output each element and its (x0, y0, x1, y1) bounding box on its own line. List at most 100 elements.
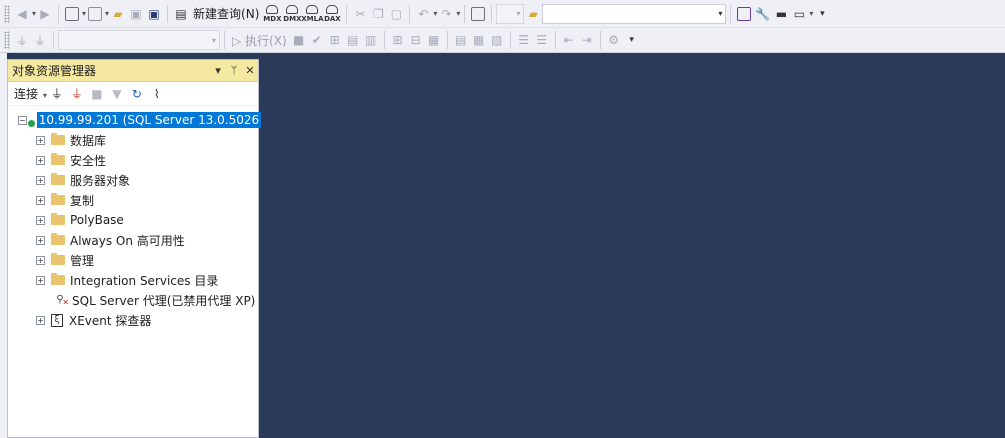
comment-icon[interactable]: ☰ (515, 29, 533, 51)
connect-label: 连接 (14, 87, 39, 101)
expand-icon[interactable]: + (36, 215, 45, 225)
client-stats-icon[interactable]: ▤ (452, 29, 470, 51)
toolbar-overflow-icon[interactable]: ▾ (813, 3, 831, 25)
toolbox-icon[interactable]: ▬ (772, 3, 790, 25)
solution-config-dropdown[interactable]: ▾ (496, 3, 525, 24)
new-query-button[interactable]: 新建查询(N) (190, 5, 262, 22)
wrench-icon[interactable]: 🔧 (753, 3, 772, 25)
live-query-stats-icon[interactable]: ▦ (425, 29, 443, 51)
specify-template-values-icon[interactable]: ⚙ (605, 29, 623, 51)
filter-icon[interactable]: ▼ (107, 87, 127, 101)
tree-node-integration-services[interactable]: + Integration Services 目录 (8, 270, 258, 290)
tree-node-label: 复制 (70, 193, 95, 208)
command-window-icon[interactable]: ▭ (790, 3, 808, 25)
tree-node-always-on[interactable]: + Always On 高可用性 (8, 230, 258, 250)
expand-icon[interactable]: + (36, 275, 45, 285)
properties-window-icon[interactable] (735, 3, 753, 25)
tree-node-replication[interactable]: + 复制 (8, 190, 258, 210)
intellisense-icon[interactable]: ⊞ (389, 29, 407, 51)
connect-button[interactable]: 连接 ▾ (14, 85, 47, 102)
toolbar-overflow-icon[interactable]: ▾ (623, 29, 641, 51)
stop-icon[interactable]: ■ (87, 87, 107, 101)
toolbar-grip[interactable] (4, 4, 10, 23)
undo-icon[interactable]: ↶ (414, 3, 432, 25)
new-query-icon[interactable]: ▤ (172, 3, 190, 25)
folder-icon (51, 273, 65, 285)
tree-node-xevent-profiler[interactable]: + ξ XEvent 探查器 (8, 310, 258, 330)
results-to-file-icon[interactable]: ▧ (488, 29, 506, 51)
separator (409, 4, 411, 23)
mdx-query-icon[interactable]: MDX (262, 4, 282, 23)
parse-icon[interactable]: ✔ (308, 29, 326, 51)
object-explorer-tree: − 10.99.99.201 (SQL Server 13.0.5026 + 数… (8, 106, 262, 330)
expand-icon[interactable]: + (36, 175, 45, 185)
expand-icon[interactable]: + (36, 195, 45, 205)
uncomment-icon[interactable]: ☰ (533, 29, 551, 51)
folder-icon (51, 193, 65, 205)
tree-node-management[interactable]: + 管理 (8, 250, 258, 270)
tree-node-security[interactable]: + 安全性 (8, 150, 258, 170)
window-position-dropdown-icon[interactable]: ▾ (210, 64, 226, 77)
tree-node-polybase[interactable]: + PolyBase (8, 210, 258, 230)
expand-icon[interactable]: + (36, 315, 45, 325)
back-icon[interactable]: ◀ (13, 3, 31, 25)
find-combobox[interactable]: ▾ (542, 3, 727, 24)
auto-hide-pin-icon[interactable]: ᛘ (226, 64, 242, 77)
tree-node-label: 安全性 (70, 153, 107, 168)
expand-icon[interactable]: + (36, 235, 45, 245)
tree-node-label: 服务器对象 (70, 173, 131, 188)
chevron-down-icon: ▾ (516, 9, 521, 18)
connect-icon[interactable]: ⏚ (47, 85, 67, 102)
activity-monitor-icon[interactable] (469, 3, 487, 25)
expand-icon[interactable]: + (36, 155, 45, 165)
tree-node-label: Integration Services 目录 (70, 273, 219, 288)
collapse-icon[interactable]: − (18, 115, 27, 125)
separator (464, 4, 466, 23)
redo-dropdown-icon[interactable]: ▾ (456, 9, 460, 18)
object-explorer-title: 对象资源管理器 (12, 64, 97, 78)
new-file-icon[interactable] (86, 3, 104, 25)
new-project-icon[interactable] (63, 3, 81, 25)
expand-icon[interactable]: + (36, 135, 45, 145)
connect-icon[interactable]: ⏚ (13, 29, 31, 51)
available-databases-dropdown[interactable]: ▾ (58, 30, 220, 50)
tree-node-databases[interactable]: + 数据库 (8, 130, 258, 150)
close-icon[interactable]: ✕ (242, 64, 258, 77)
results-to-grid-icon[interactable]: ▦ (470, 29, 488, 51)
xmla-query-icon[interactable]: XMLA (301, 4, 324, 23)
decrease-indent-icon[interactable]: ⇤ (560, 29, 578, 51)
refresh-icon[interactable]: ↻ (127, 87, 147, 101)
execute-button[interactable]: ▷ 执行(X) (229, 32, 290, 49)
xevent-profiler-icon: ξ (51, 313, 63, 327)
cut-icon[interactable]: ✂ (351, 3, 369, 25)
separator (224, 31, 225, 49)
activity-monitor-icon[interactable]: ⌇ (147, 87, 167, 101)
tree-node-label: 管理 (70, 253, 95, 268)
dmx-query-icon[interactable]: DMX (282, 4, 302, 23)
save-icon[interactable]: ▣ (127, 3, 145, 25)
change-connection-icon[interactable]: ⏚ (31, 29, 49, 51)
open-folder-icon[interactable]: ▰ (109, 3, 127, 25)
disconnect-icon[interactable]: ⏚ (67, 85, 87, 102)
redo-icon[interactable]: ↷ (437, 3, 455, 25)
query-designer-icon[interactable]: ▤ (344, 29, 362, 51)
folder-icon (51, 153, 65, 165)
dax-query-icon[interactable]: DAX (322, 4, 342, 23)
include-actual-plan-icon[interactable]: ⊟ (407, 29, 425, 51)
tree-node-sql-agent[interactable]: ⚲ SQL Server 代理(已禁用代理 XP) (8, 290, 258, 311)
cancel-query-icon[interactable]: ■ (290, 29, 308, 51)
find-in-files-icon[interactable]: ▰ (524, 3, 542, 25)
toolbar-grip[interactable] (4, 31, 10, 49)
paste-icon[interactable]: ▢ (387, 3, 405, 25)
save-all-icon[interactable]: ▣ (145, 3, 163, 25)
estimated-plan-icon[interactable]: ⊞ (326, 29, 344, 51)
increase-indent-icon[interactable]: ⇥ (578, 29, 596, 51)
copy-icon[interactable]: ❐ (369, 3, 387, 25)
separator (346, 4, 348, 23)
expand-icon[interactable]: + (36, 255, 45, 265)
tree-node-server[interactable]: − 10.99.99.201 (SQL Server 13.0.5026 (8, 110, 262, 130)
tree-node-server-objects[interactable]: + 服务器对象 (8, 170, 258, 190)
forward-icon[interactable]: ▶ (36, 3, 54, 25)
query-options-icon[interactable]: ▥ (362, 29, 380, 51)
folder-icon (51, 233, 65, 245)
